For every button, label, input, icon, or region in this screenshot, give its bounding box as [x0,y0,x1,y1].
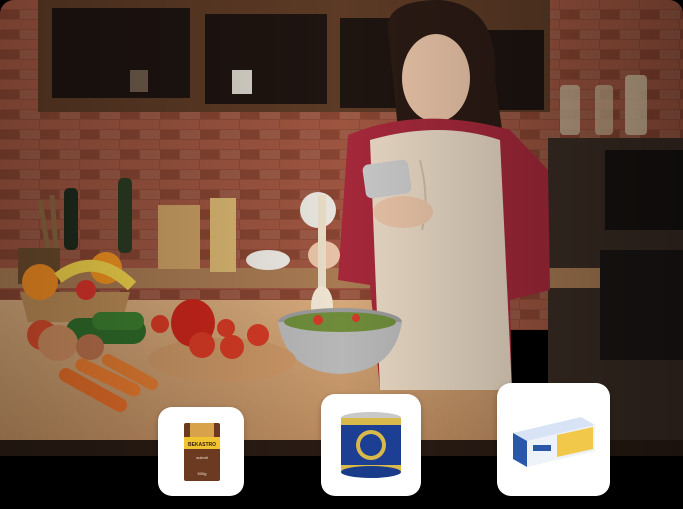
hero-image-stage: BEKASTRO sukmit 500g [0,0,683,509]
product-card-butter-box [497,383,610,496]
product-card-tin-can [321,394,421,496]
coffee-pack-weight: 500g [198,471,207,476]
tin-can-icon [341,412,401,478]
coffee-pack-sub: sukmit [196,455,208,460]
butter-box-icon [513,417,595,467]
coffee-pack-brand: BEKASTRO [188,442,216,448]
coffee-pack-icon: BEKASTRO sukmit 500g [184,423,220,481]
product-card-coffee-pack: BEKASTRO sukmit 500g [158,407,244,496]
